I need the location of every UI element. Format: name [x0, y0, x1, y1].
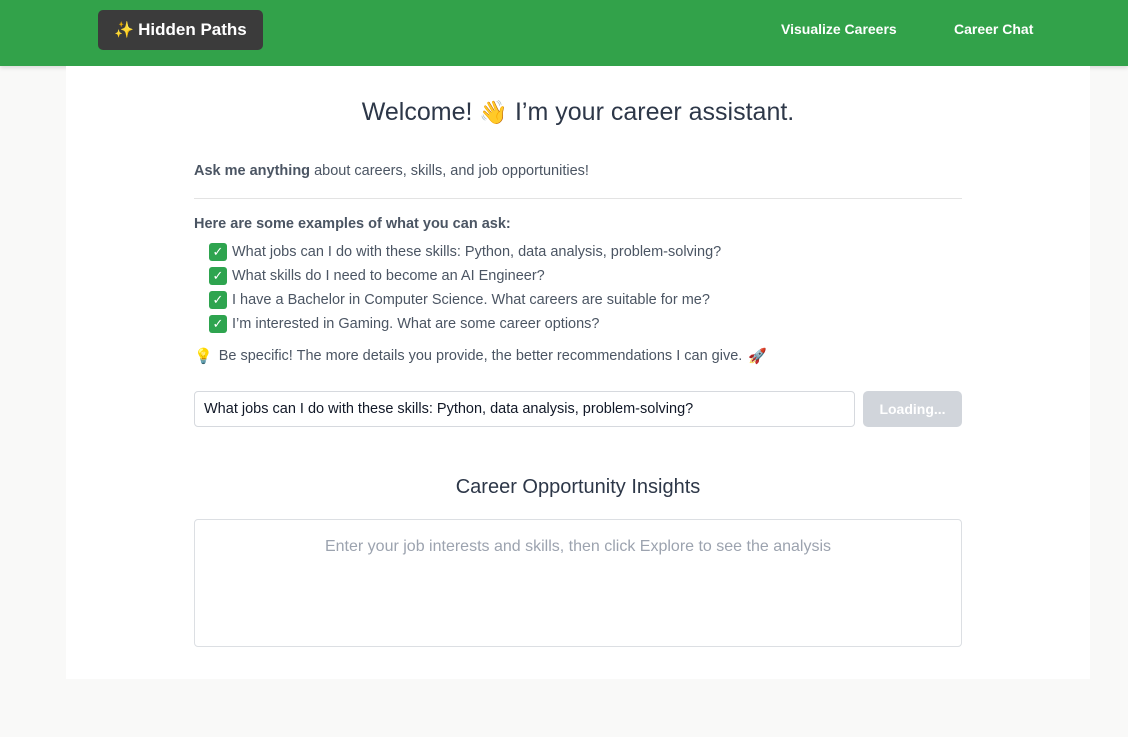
check-mark-icon: ✓ — [209, 291, 227, 309]
insights-title: Career Opportunity Insights — [455, 476, 701, 498]
light-bulb-icon: 💡 — [194, 348, 213, 365]
nav-career-chat[interactable]: Career Chat — [954, 21, 1033, 37]
examples-list: ✓ What jobs can I do with these skills: … — [209, 240, 721, 336]
waving-hand-icon: 👋 — [479, 99, 509, 125]
example-text: I have a Bachelor in Computer Science. W… — [232, 292, 710, 308]
example-text: What skills do I need to become an AI En… — [232, 268, 545, 284]
brand-logo-button[interactable]: ✨ Hidden Paths — [98, 10, 263, 50]
rocket-icon: 🚀 — [748, 348, 767, 365]
tip-line: 💡 Be specific! The more details you prov… — [194, 347, 767, 365]
check-mark-icon: ✓ — [209, 315, 227, 333]
example-item: ✓ I have a Bachelor in Computer Science.… — [209, 288, 721, 312]
nav-visualize-careers[interactable]: Visualize Careers — [781, 21, 897, 37]
intro-text: Ask me anything about careers, skills, a… — [194, 163, 589, 179]
check-mark-icon: ✓ — [209, 243, 227, 261]
top-navbar: ✨ Hidden Paths Visualize Careers Career … — [0, 0, 1128, 66]
intro-bold: Ask me anything — [194, 163, 311, 179]
insights-panel: Enter your job interests and skills, the… — [194, 519, 962, 647]
chat-card: Welcome! 👋 I’m your career assistant. As… — [66, 66, 1090, 679]
intro-rest: about careers, skills, and job opportuni… — [314, 163, 589, 179]
page-title: Welcome! 👋 I’m your career assistant. — [66, 98, 1090, 127]
welcome-title-end: I’m your career assistant. — [514, 98, 795, 126]
welcome-title-start: Welcome! — [361, 98, 473, 126]
career-question-input[interactable] — [194, 391, 855, 427]
example-item: ✓ What skills do I need to become an AI … — [209, 264, 721, 288]
check-mark-icon: ✓ — [209, 267, 227, 285]
examples-heading: Here are some examples of what you can a… — [194, 216, 511, 232]
example-item: ✓ I’m interested in Gaming. What are som… — [209, 312, 721, 336]
insights-placeholder: Enter your job interests and skills, the… — [324, 538, 832, 555]
tip-text: Be specific! The more details you provid… — [218, 348, 743, 364]
example-text: What jobs can I do with these skills: Py… — [232, 244, 722, 260]
submit-button[interactable]: Loading... — [863, 391, 962, 427]
example-item: ✓ What jobs can I do with these skills: … — [209, 240, 721, 264]
divider — [194, 198, 962, 199]
sparkles-icon: ✨ — [114, 22, 135, 39]
example-text: I’m interested in Gaming. What are some … — [232, 316, 600, 332]
brand-label: Hidden Paths — [138, 20, 247, 39]
